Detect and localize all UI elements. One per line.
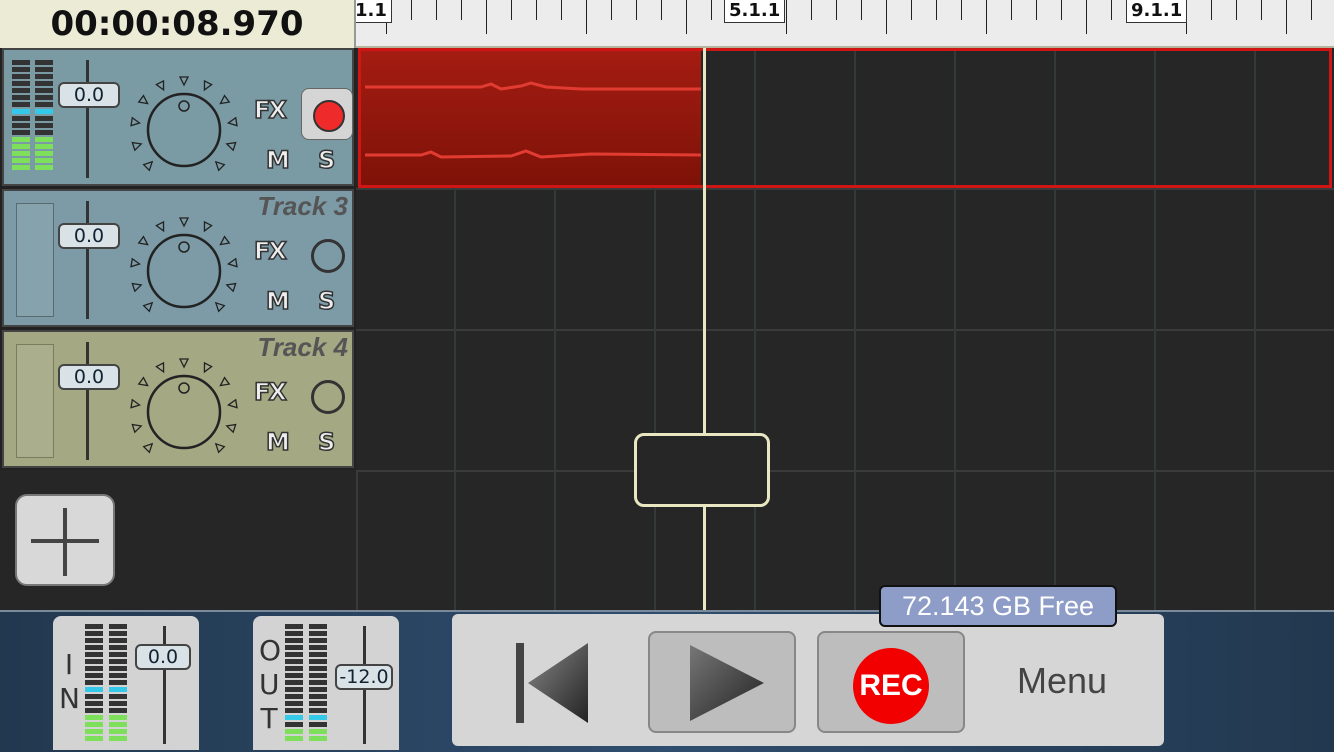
ruler-tick	[1086, 0, 1087, 34]
ruler-tick	[611, 0, 612, 20]
ruler-tick	[1261, 0, 1262, 20]
input-label-letter: N	[59, 682, 80, 715]
track-panel[interactable]: Track 3 0.0 FX M S	[2, 189, 354, 327]
ruler-tick	[1036, 0, 1037, 20]
volume-value[interactable]: 0.0	[58, 82, 120, 108]
ruler-tick	[486, 0, 487, 34]
input-level-meter	[85, 624, 127, 741]
ruler-label: 9.1.1	[1126, 0, 1188, 23]
track-panel[interactable]: 0.0 FX M S	[2, 48, 354, 186]
record-arm-button[interactable]	[311, 239, 345, 273]
ruler-label: 5.1.1	[724, 0, 786, 23]
ruler-tick	[586, 0, 587, 34]
rewind-button[interactable]	[482, 631, 630, 733]
storage-free-badge: 72.143 GB Free	[879, 585, 1117, 627]
ruler-tick	[1211, 0, 1212, 20]
ruler-tick	[636, 0, 637, 20]
ruler-tick	[1011, 0, 1012, 20]
ruler-label: 1.1	[356, 0, 392, 23]
rewind-icon	[516, 643, 588, 723]
ruler-tick	[661, 0, 662, 20]
ruler-tick	[536, 0, 537, 20]
transport-panel: REC Menu	[452, 614, 1164, 746]
ruler-tick	[1311, 0, 1312, 20]
output-label-letter: U	[259, 668, 280, 701]
ruler-tick	[1236, 0, 1237, 20]
ruler-tick	[961, 0, 962, 20]
playhead[interactable]	[703, 48, 706, 610]
fx-button[interactable]: FX	[253, 95, 287, 125]
mute-button[interactable]: M	[265, 286, 290, 316]
volume-value[interactable]: 0.0	[58, 223, 120, 249]
ruler-tick	[561, 0, 562, 20]
ruler-tick	[1286, 0, 1287, 34]
ruler-tick	[686, 0, 687, 34]
pan-knob[interactable]	[124, 354, 244, 454]
track-panel[interactable]: Track 4 0.0 FX M S	[2, 330, 354, 468]
play-icon	[690, 645, 764, 721]
volume-fader[interactable]	[86, 201, 89, 319]
mute-button[interactable]: M	[265, 427, 290, 457]
ruler-tick	[986, 0, 987, 34]
output-label-letter: T	[260, 702, 278, 735]
ruler-tick	[836, 0, 837, 20]
pan-knob[interactable]	[124, 72, 244, 172]
add-track-button[interactable]	[15, 494, 115, 586]
level-meter	[16, 203, 54, 317]
mute-button[interactable]: M	[265, 145, 290, 175]
record-button[interactable]: REC	[817, 631, 965, 733]
ruler-tick	[861, 0, 862, 20]
solo-button[interactable]: S	[317, 427, 336, 457]
output-panel[interactable]: O U T -12.0	[253, 616, 399, 750]
output-label-letter: O	[259, 634, 282, 667]
solo-button[interactable]: S	[317, 286, 336, 316]
play-button[interactable]	[648, 631, 796, 733]
input-volume-value[interactable]: 0.0	[135, 644, 191, 670]
input-label-letter: I	[64, 648, 74, 681]
ruler-tick	[786, 0, 787, 34]
solo-button[interactable]: S	[317, 145, 336, 175]
ruler-tick	[811, 0, 812, 20]
ruler-tick	[511, 0, 512, 20]
ruler-tick	[936, 0, 937, 20]
rec-label: REC	[853, 648, 929, 724]
ruler-tick	[461, 0, 462, 20]
output-level-meter	[285, 624, 327, 741]
track-name[interactable]: Track 3	[257, 191, 348, 222]
ruler-tick	[711, 0, 712, 20]
ruler-tick	[411, 0, 412, 20]
volume-value[interactable]: 0.0	[58, 364, 120, 390]
level-meter	[16, 344, 54, 458]
ruler-tick	[1061, 0, 1062, 20]
output-volume-value[interactable]: -12.0	[335, 664, 393, 690]
time-display: 00:00:08.970	[0, 0, 356, 48]
playhead-handle[interactable]	[634, 433, 770, 507]
timeline-ruler[interactable]: 1.1 5.1.1 9.1.1	[356, 0, 1334, 48]
record-arm-icon	[313, 100, 345, 132]
track-name[interactable]: Track 4	[257, 332, 348, 363]
record-arm-button[interactable]	[311, 380, 345, 414]
volume-fader[interactable]	[86, 342, 89, 460]
pan-knob[interactable]	[124, 213, 244, 313]
fx-button[interactable]: FX	[253, 377, 287, 407]
fx-button[interactable]: FX	[253, 236, 287, 266]
volume-fader[interactable]	[86, 60, 89, 178]
clip-selection	[358, 48, 1332, 188]
ruler-tick	[436, 0, 437, 20]
level-meter	[12, 60, 53, 170]
menu-button[interactable]: Menu	[992, 660, 1132, 706]
ruler-tick	[911, 0, 912, 20]
ruler-tick	[886, 0, 887, 34]
ruler-tick	[1111, 0, 1112, 20]
input-panel[interactable]: I N 0.0	[53, 616, 199, 750]
record-arm-button[interactable]	[301, 88, 353, 140]
